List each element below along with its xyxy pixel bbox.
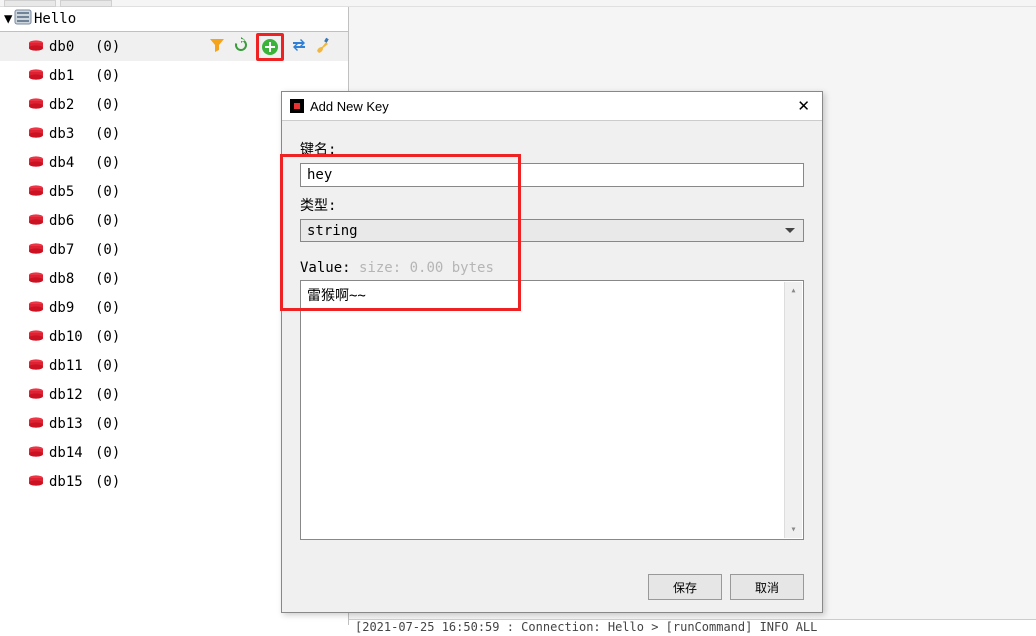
db-name: db12 xyxy=(49,387,83,403)
db-name: db0 xyxy=(49,39,83,55)
value-content: 雷猴啊~~ xyxy=(307,285,797,305)
db-name: db11 xyxy=(49,358,83,374)
cancel-button[interactable]: 取消 xyxy=(730,574,804,600)
key-name-label: 键名: xyxy=(300,139,804,159)
db-key-count: (0) xyxy=(95,416,120,432)
close-icon[interactable]: ✕ xyxy=(793,97,814,115)
key-name-input[interactable] xyxy=(300,163,804,187)
db-key-count: (0) xyxy=(95,97,120,113)
db-key-count: (0) xyxy=(95,126,120,142)
database-icon xyxy=(28,127,45,140)
connection-node[interactable]: ▼ Hello xyxy=(0,7,348,32)
server-icon xyxy=(14,9,32,29)
type-select-value: string xyxy=(307,223,358,239)
dialog-titlebar[interactable]: Add New Key ✕ xyxy=(282,92,822,121)
textarea-scrollbar[interactable]: ▴ ▾ xyxy=(784,282,802,538)
db-key-count: (0) xyxy=(95,300,120,316)
database-icon xyxy=(28,69,45,82)
scroll-down-icon[interactable]: ▾ xyxy=(785,521,802,538)
db-name: db13 xyxy=(49,416,83,432)
scroll-up-icon[interactable]: ▴ xyxy=(785,282,802,299)
database-icon xyxy=(28,156,45,169)
db-name: db4 xyxy=(49,155,83,171)
value-size-hint: size: 0.00 bytes xyxy=(359,260,494,276)
db-name: db10 xyxy=(49,329,83,345)
save-button[interactable]: 保存 xyxy=(648,574,722,600)
database-icon xyxy=(28,98,45,111)
db-name: db3 xyxy=(49,126,83,142)
db-key-count: (0) xyxy=(95,184,120,200)
db-key-count: (0) xyxy=(95,213,120,229)
value-label: Value: size: 0.00 bytes xyxy=(300,260,804,276)
connection-name: Hello xyxy=(34,11,76,27)
add-key-dialog: Add New Key ✕ 键名: 类型: string Value: size… xyxy=(281,91,823,613)
database-icon xyxy=(28,185,45,198)
db-name: db15 xyxy=(49,474,83,490)
db-name: db8 xyxy=(49,271,83,287)
db-name: db14 xyxy=(49,445,83,461)
database-icon xyxy=(28,272,45,285)
db-key-count: (0) xyxy=(95,358,120,374)
db-row[interactable]: db1 (0) xyxy=(0,61,348,90)
db-name: db9 xyxy=(49,300,83,316)
database-icon xyxy=(28,475,45,488)
db-name: db5 xyxy=(49,184,83,200)
db-name: db1 xyxy=(49,68,83,84)
db-row[interactable]: db0 (0) xyxy=(0,32,348,61)
db-key-count: (0) xyxy=(95,271,120,287)
db-key-count: (0) xyxy=(95,329,120,345)
db-key-count: (0) xyxy=(95,68,120,84)
database-icon xyxy=(28,446,45,459)
dialog-title: Add New Key xyxy=(310,99,389,114)
filter-icon[interactable] xyxy=(208,36,226,58)
expand-arrow-icon: ▼ xyxy=(4,11,14,27)
db-name: db6 xyxy=(49,213,83,229)
add-key-icon[interactable] xyxy=(256,33,284,61)
db-key-count: (0) xyxy=(95,155,120,171)
value-textarea[interactable]: 雷猴啊~~ ▴ ▾ xyxy=(300,280,804,540)
type-label: 类型: xyxy=(300,195,804,215)
database-icon xyxy=(28,417,45,430)
brush-icon[interactable] xyxy=(314,36,332,58)
db-key-count: (0) xyxy=(95,474,120,490)
db-key-count: (0) xyxy=(95,39,120,55)
db-name: db2 xyxy=(49,97,83,113)
app-icon xyxy=(290,99,304,113)
database-icon xyxy=(28,388,45,401)
db-key-count: (0) xyxy=(95,445,120,461)
database-icon xyxy=(28,359,45,372)
swap-icon[interactable] xyxy=(290,36,308,58)
db-key-count: (0) xyxy=(95,387,120,403)
database-icon xyxy=(28,330,45,343)
database-icon xyxy=(28,301,45,314)
database-icon xyxy=(28,243,45,256)
reload-icon[interactable] xyxy=(232,36,250,58)
log-line: [2021-07-25 16:50:59 : Connection: Hello… xyxy=(349,619,1036,636)
db-key-count: (0) xyxy=(95,242,120,258)
type-select[interactable]: string xyxy=(300,219,804,242)
database-icon xyxy=(28,40,45,53)
database-icon xyxy=(28,214,45,227)
db-name: db7 xyxy=(49,242,83,258)
